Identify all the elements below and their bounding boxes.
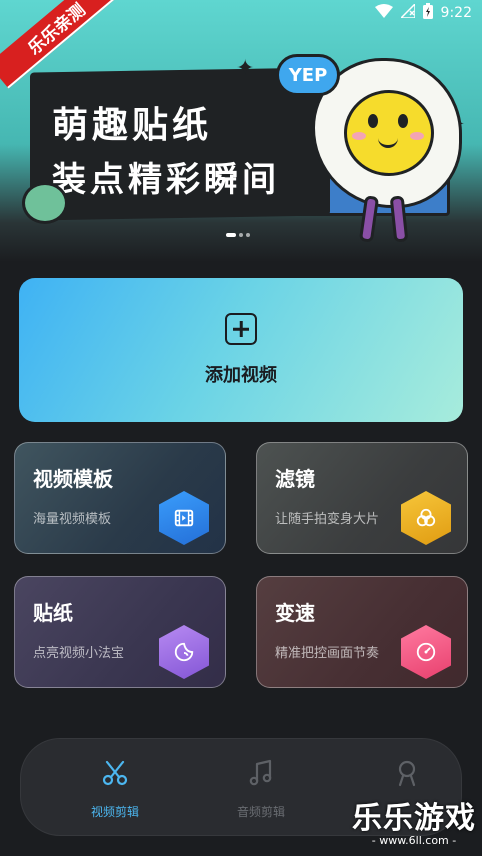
status-time: 9:22: [440, 5, 472, 21]
tab-video-edit[interactable]: 视频剪辑: [65, 757, 165, 820]
tab-audio-edit[interactable]: 音频剪辑: [211, 757, 311, 820]
film-icon: [159, 491, 209, 545]
egg-mascot-cheek: [352, 132, 366, 140]
speech-bubble: YEP: [276, 54, 340, 96]
add-video-button[interactable]: 添加视频: [19, 278, 463, 422]
add-video-label: 添加视频: [205, 365, 277, 386]
speed-card[interactable]: 变速 精准把控画面节奏: [256, 576, 468, 688]
watermark-logo: 乐乐游戏 - www.6ll.com -: [352, 801, 476, 848]
no-signal-icon: [398, 2, 416, 22]
feature-title: 变速: [275, 601, 315, 625]
egg-mascot-cheek: [410, 132, 424, 140]
plus-square-icon: [225, 313, 257, 345]
tab-profile[interactable]: [357, 757, 457, 803]
music-note-icon: [249, 759, 272, 786]
user-icon: [398, 760, 416, 787]
feature-title: 贴纸: [33, 601, 73, 625]
filter-circles-icon: [401, 491, 451, 545]
status-bar: 9:22: [374, 2, 472, 23]
carousel-dot: [239, 233, 243, 237]
scissors-icon: [102, 760, 128, 786]
banner-title-line1: 萌趣贴纸: [52, 105, 213, 146]
speedometer-icon: [401, 625, 451, 679]
banner-carousel[interactable]: 萌趣贴纸 装点精彩瞬间 ✦ ✦ YEP: [0, 0, 482, 262]
tab-label: 音频剪辑: [236, 805, 285, 819]
battery-charging-icon: [422, 3, 433, 23]
watermark-brand: 乐乐游戏: [352, 801, 476, 836]
egg-mascot-eye: [368, 114, 378, 128]
video-template-card[interactable]: 视频模板 海量视频模板: [14, 442, 226, 554]
sticker-card[interactable]: 贴纸 点亮视频小法宝: [14, 576, 226, 688]
feature-title: 视频模板: [33, 467, 113, 491]
wifi-icon: [374, 4, 393, 22]
tab-label: 视频剪辑: [90, 805, 139, 819]
sparkle-icon: ✦: [236, 56, 255, 81]
filter-card[interactable]: 滤镜 让随手拍变身大片: [256, 442, 468, 554]
carousel-dot-active: [226, 233, 236, 237]
carousel-page-indicator: [226, 233, 250, 237]
carousel-dot: [246, 233, 250, 237]
egg-mascot-eye: [398, 114, 408, 128]
banner-title-line2: 装点精彩瞬间: [52, 160, 280, 200]
sticker-icon: [159, 625, 209, 679]
feature-title: 滤镜: [275, 467, 315, 491]
green-mascot: [22, 182, 68, 224]
